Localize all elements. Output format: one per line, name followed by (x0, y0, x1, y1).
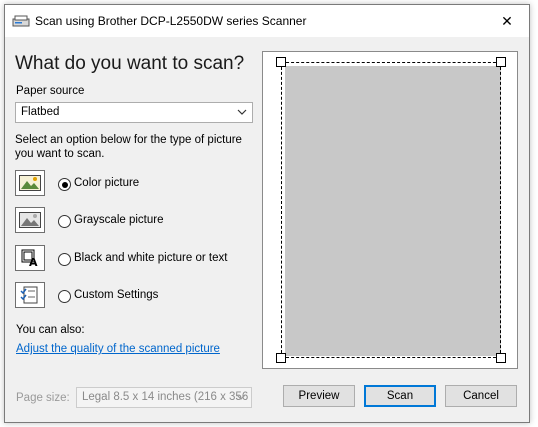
title-bar: Scan using Brother DCP-L2550DW series Sc… (5, 5, 529, 37)
black-white-picture-icon[interactable]: A (15, 245, 45, 271)
grayscale-picture-icon[interactable] (15, 207, 45, 233)
close-button[interactable]: ✕ (485, 5, 529, 37)
chevron-down-icon (236, 394, 246, 400)
scanner-icon (12, 13, 30, 29)
close-icon: ✕ (501, 12, 513, 29)
scan-button[interactable]: Scan (364, 385, 436, 407)
window-title: Scan using Brother DCP-L2550DW series Sc… (35, 14, 307, 28)
custom-settings-label[interactable]: Custom Settings (74, 289, 158, 301)
paper-source-value: Flatbed (21, 106, 60, 118)
page-size-select[interactable]: Legal 8.5 x 14 inches (216 x 356 (76, 387, 252, 408)
black-white-picture-label[interactable]: Black and white picture or text (74, 252, 227, 264)
paper-source-label: Paper source (16, 85, 85, 97)
resize-handle-top-left[interactable] (276, 57, 286, 67)
page-title: What do you want to scan? (15, 53, 245, 74)
svg-text:A: A (29, 256, 38, 268)
resize-handle-bottom-left[interactable] (276, 353, 286, 363)
preview-pane (262, 51, 518, 369)
color-picture-radio[interactable] (58, 178, 71, 191)
grayscale-picture-radio[interactable] (58, 215, 71, 228)
page-size-value: Legal 8.5 x 14 inches (216 x 356 (82, 391, 249, 403)
preview-button[interactable]: Preview (283, 385, 355, 407)
scan-dialog: Scan using Brother DCP-L2550DW series Sc… (4, 4, 530, 423)
color-picture-label[interactable]: Color picture (74, 177, 139, 189)
you-can-also-label: You can also: (16, 324, 85, 336)
instructions-text: Select an option below for the type of p… (15, 134, 242, 160)
paper-source-select[interactable]: Flatbed (15, 102, 253, 123)
custom-settings-radio[interactable] (58, 290, 71, 303)
black-white-picture-radio[interactable] (58, 253, 71, 266)
chevron-down-icon (237, 109, 247, 115)
resize-handle-top-right[interactable] (496, 57, 506, 67)
color-picture-icon[interactable] (15, 170, 45, 196)
selection-box[interactable] (281, 62, 501, 358)
page-size-label: Page size: (16, 392, 70, 404)
resize-handle-bottom-right[interactable] (496, 353, 506, 363)
custom-settings-icon[interactable] (15, 282, 45, 308)
adjust-quality-link[interactable]: Adjust the quality of the scanned pictur… (16, 343, 220, 355)
grayscale-picture-label[interactable]: Grayscale picture (74, 214, 163, 226)
cancel-button[interactable]: Cancel (445, 385, 517, 407)
